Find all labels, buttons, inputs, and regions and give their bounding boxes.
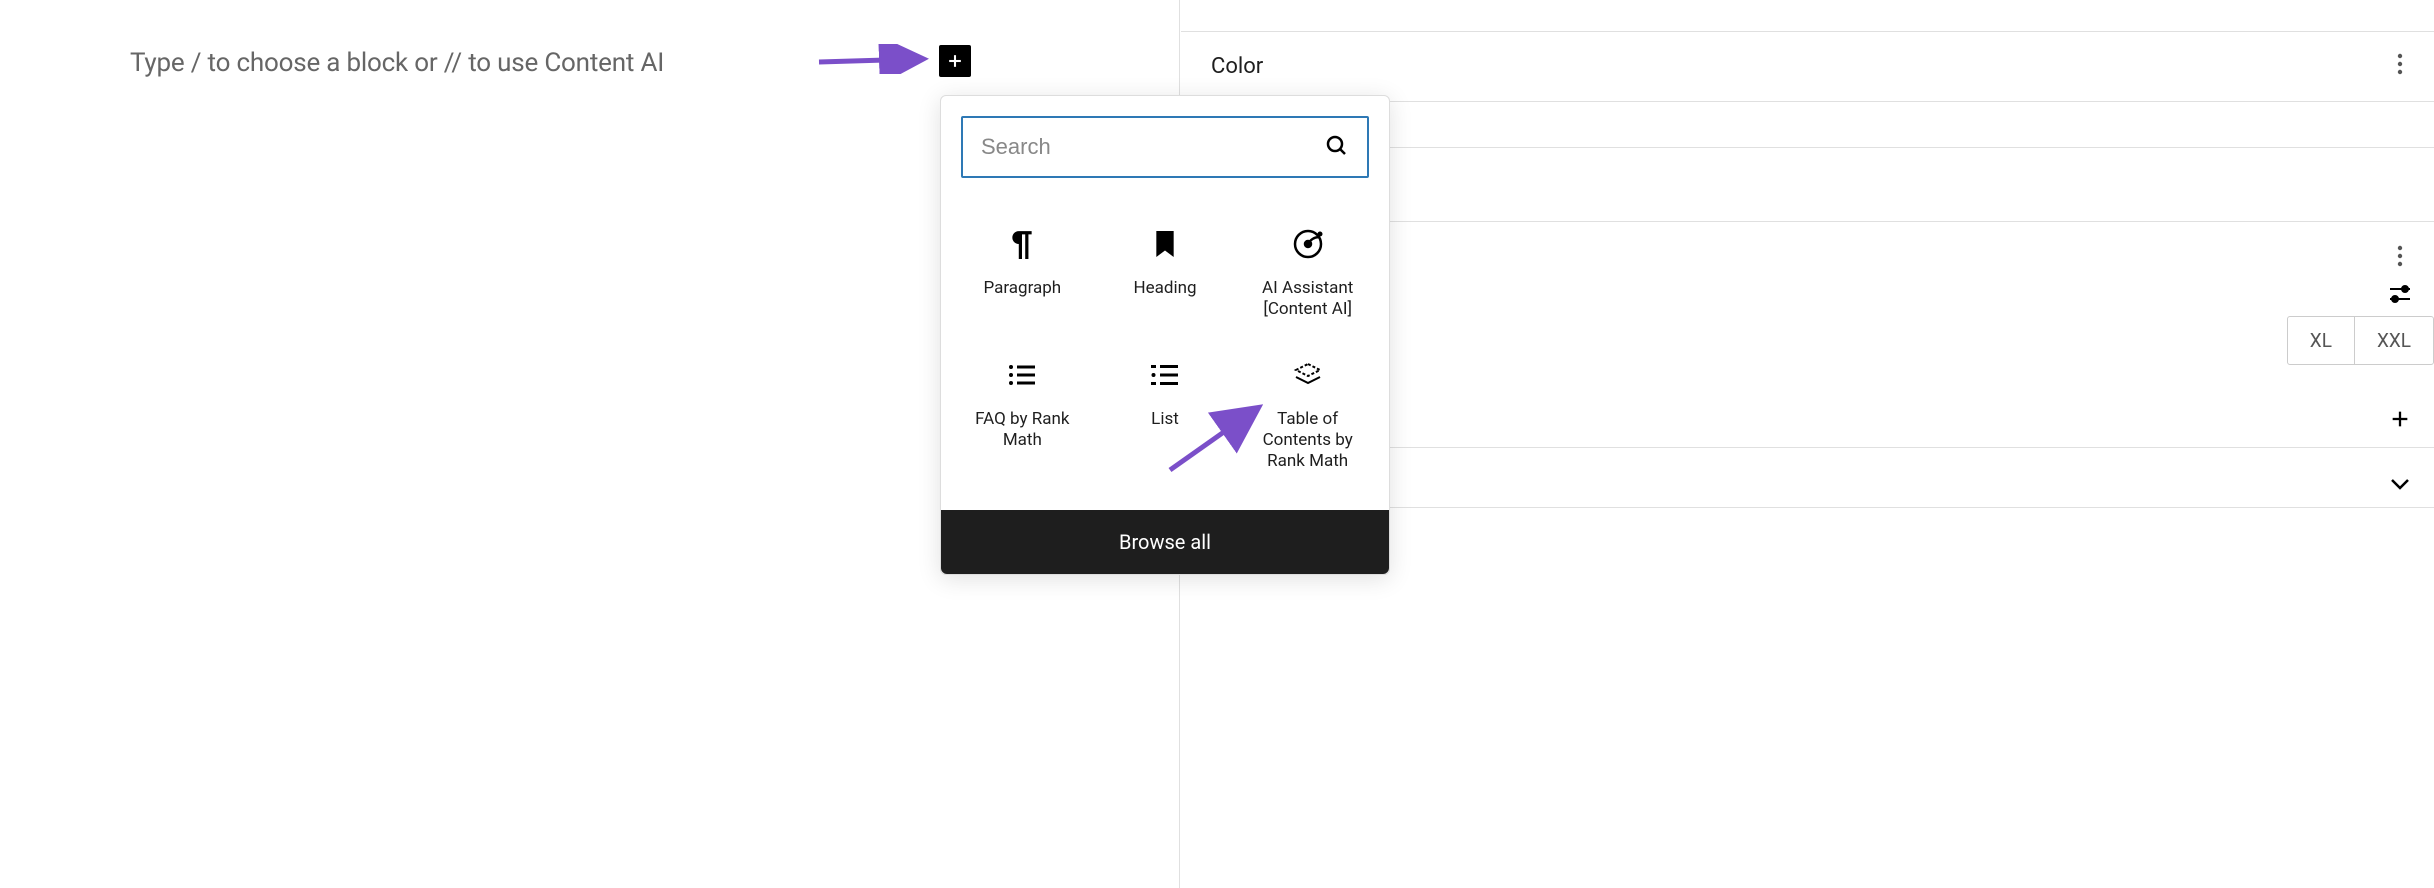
typography-panel-menu[interactable] — [2386, 242, 2414, 270]
block-label: Heading — [1133, 278, 1196, 299]
size-settings-button[interactable] — [2386, 280, 2414, 308]
block-placeholder-text[interactable]: Type / to choose a block or // to use Co… — [130, 48, 664, 78]
color-panel-label: Color — [1211, 54, 1263, 79]
sliders-icon — [2388, 284, 2412, 304]
size-xxl[interactable]: XXL — [2355, 317, 2433, 364]
faq-list-icon — [1004, 357, 1040, 393]
dots-vertical-icon — [2397, 245, 2403, 267]
block-faq-rankmath[interactable]: FAQ by Rank Math — [951, 339, 1094, 491]
paragraph-icon — [1004, 226, 1040, 262]
bookmark-icon — [1147, 226, 1183, 262]
plus-icon — [2389, 408, 2411, 430]
block-heading[interactable]: Heading — [1094, 208, 1237, 339]
ai-icon — [1290, 226, 1326, 262]
block-label: Paragraph — [983, 278, 1061, 299]
layers-icon — [1290, 357, 1326, 393]
block-inserter-popover: Paragraph Heading AI Assistant [Content … — [940, 95, 1390, 575]
dots-vertical-icon — [2397, 53, 2403, 75]
block-grid: Paragraph Heading AI Assistant [Content … — [941, 198, 1389, 510]
size-xl[interactable]: XL — [2288, 317, 2355, 364]
block-label: List — [1151, 409, 1179, 430]
plus-icon — [945, 51, 965, 71]
chevron-down-icon — [2389, 477, 2411, 491]
add-block-button[interactable] — [939, 45, 971, 77]
block-paragraph[interactable]: Paragraph — [951, 208, 1094, 339]
annotation-arrow-to-add — [814, 44, 934, 74]
block-list[interactable]: List — [1094, 339, 1237, 491]
font-size-pills: XL XXL — [2287, 316, 2434, 365]
block-toc-rankmath[interactable]: Table of Contents by Rank Math — [1236, 339, 1379, 491]
list-icon — [1147, 357, 1183, 393]
add-panel-button[interactable] — [2386, 405, 2414, 433]
expand-panel-button[interactable] — [2386, 470, 2414, 498]
block-label: FAQ by Rank Math — [959, 409, 1086, 452]
color-panel-menu[interactable] — [2386, 50, 2414, 78]
block-label: Table of Contents by Rank Math — [1244, 409, 1371, 473]
block-label: AI Assistant [Content AI] — [1244, 278, 1371, 321]
browse-all-button[interactable]: Browse all — [941, 510, 1389, 574]
block-ai-assistant[interactable]: AI Assistant [Content AI] — [1236, 208, 1379, 339]
block-search-input[interactable] — [961, 116, 1369, 178]
